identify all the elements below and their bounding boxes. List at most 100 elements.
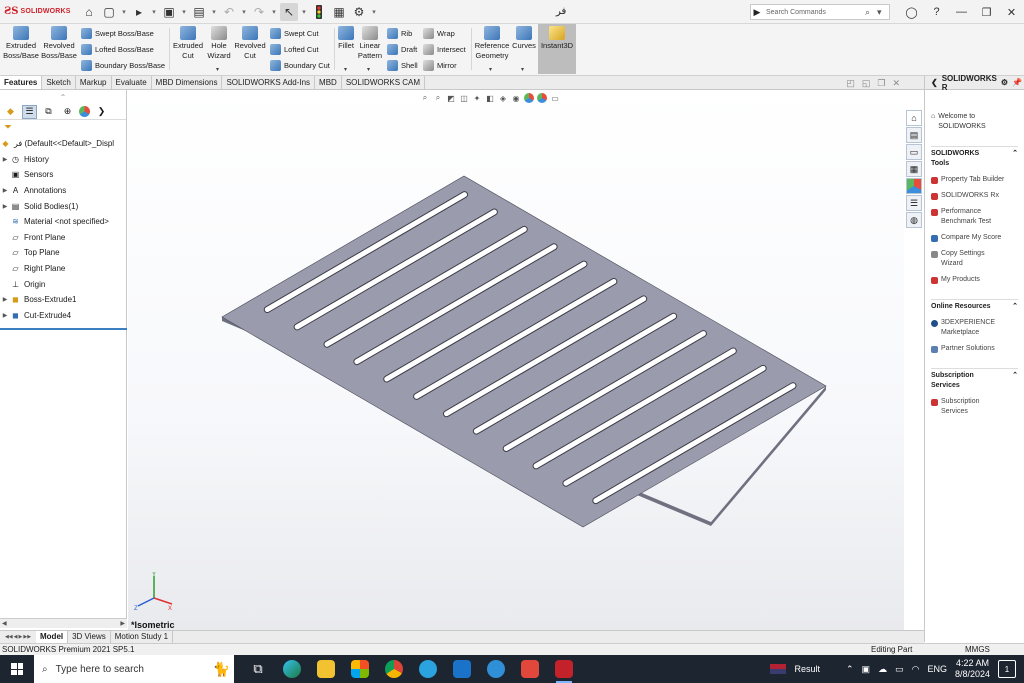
recorder-icon[interactable] (518, 657, 542, 681)
open-icon[interactable]: ▸ (130, 3, 148, 21)
collapse-icon[interactable]: ❮ (931, 78, 938, 87)
tree-item-front-plane[interactable]: ▱ Front Plane (0, 230, 126, 246)
reference-geometry-button[interactable]: Reference Geometry (473, 26, 511, 61)
swept-cut-button[interactable]: Swept Cut (270, 28, 319, 39)
taskbar-search[interactable]: ⌕ Type here to search 🐈 (34, 655, 234, 683)
notifications-icon[interactable]: 1 (998, 660, 1016, 678)
chevron-down-icon[interactable]: ▾ (120, 8, 128, 16)
weather-flag-icon[interactable] (770, 664, 787, 674)
instant3d-button[interactable]: Instant3D (538, 24, 576, 74)
graphics-area[interactable]: ⌕ ⌕ ◩ ◫ ✦ ◧ ◈ ◉ ▭ ◰ ◱ ❐ ✕ Y X Z *Isometr… (128, 78, 904, 631)
solidworks-taskbar-icon[interactable] (552, 657, 576, 683)
chevron-down-icon[interactable]: ▾ (180, 8, 188, 16)
collapse-section-icon[interactable]: ⌃ (1012, 149, 1018, 169)
tree-item-sensors[interactable]: ▣ Sensors (0, 167, 126, 183)
intersect-button[interactable]: Intersect (423, 44, 466, 55)
chevron-down-icon[interactable]: ▾ (489, 66, 492, 73)
onedrive-icon[interactable]: ☁ (878, 664, 887, 675)
chevron-down-icon[interactable]: ▾ (300, 8, 308, 16)
design-library-icon[interactable]: ▤ (906, 127, 922, 143)
file-explorer-icon[interactable]: ▭ (906, 144, 922, 160)
solidworks-logo[interactable]: ƧS SOLIDWORKS (0, 6, 80, 17)
fillet-button[interactable]: Fillet (336, 26, 356, 51)
tab-features[interactable]: Features (0, 76, 43, 89)
tab-solidworks-addins[interactable]: SOLIDWORKS Add-Ins (222, 76, 316, 89)
featuremanager-icon[interactable]: ◆ (3, 105, 18, 119)
compare-my-score-link[interactable]: Compare My Score (931, 233, 1018, 243)
filter-icon[interactable]: ⏷ (0, 120, 126, 136)
tab-solidworks-cam[interactable]: SOLIDWORKS CAM (342, 76, 426, 89)
minimize-icon[interactable]: — (949, 0, 974, 24)
task-view-icon[interactable]: ⧉ (246, 657, 270, 681)
chevron-down-icon[interactable]: ▾ (210, 8, 218, 16)
custom-properties-icon[interactable]: ☰ (906, 195, 922, 211)
solidworks-forum-icon[interactable]: ◍ (906, 212, 922, 228)
restore-icon[interactable]: ❐ (974, 0, 999, 24)
pin-icon[interactable]: 📌 (1012, 78, 1022, 87)
lofted-boss-button[interactable]: Lofted Boss/Base (81, 44, 154, 55)
close-icon[interactable]: ✕ (892, 78, 900, 89)
partner-solutions-link[interactable]: Partner Solutions (931, 344, 1018, 354)
restore-icon[interactable]: ❐ (877, 78, 885, 89)
tree-item-boss-extrude1[interactable]: ▶ ◼ Boss-Extrude1 (0, 292, 126, 308)
appearances-icon[interactable] (906, 178, 922, 194)
chevron-down-icon[interactable]: ▾ (240, 8, 248, 16)
expand-arrow-icon[interactable]: ▶ (751, 7, 763, 18)
displaymanager-icon[interactable] (79, 106, 90, 117)
tree-item-part[interactable]: ◆ فر (Default<<Default>_Displ (0, 136, 126, 152)
scroll-left-icon[interactable]: ◀ (2, 619, 7, 628)
tab-mbd[interactable]: MBD (315, 76, 342, 89)
clock[interactable]: 4:22 AM 8/8/2024 (955, 658, 990, 680)
chevron-down-icon[interactable]: ▾ (216, 66, 219, 73)
chevron-down-icon[interactable]: ▾ (370, 8, 378, 16)
chevron-up-icon[interactable]: ⌃ (846, 664, 854, 675)
settings-icon[interactable]: ⚙ (1001, 78, 1008, 87)
3dexperience-marketplace-link[interactable]: 3DEXPERIENCE Marketplace (931, 318, 1018, 338)
hole-wizard-button[interactable]: Hole Wizard (204, 26, 234, 61)
edge-icon[interactable] (280, 657, 304, 681)
revolved-boss-button[interactable]: Revolved Boss/Base (41, 26, 77, 61)
tree-item-annotations[interactable]: ▶ A Annotations (0, 183, 126, 199)
welcome-link[interactable]: ⌂ Welcome to SOLIDWORKS (925, 90, 1024, 132)
start-button[interactable] (0, 655, 34, 683)
rollback-bar[interactable] (0, 328, 127, 330)
lofted-cut-button[interactable]: Lofted Cut (270, 44, 319, 55)
weather-label[interactable]: Result (794, 664, 820, 674)
tree-item-right-plane[interactable]: ▱ Right Plane (0, 261, 126, 277)
tree-item-cut-extrude4[interactable]: ▶ ◼ Cut-Extrude4 (0, 308, 126, 324)
chevron-down-icon[interactable]: ▾ (367, 66, 370, 73)
expand-arrow-icon[interactable]: ▶ (0, 187, 10, 194)
mail-icon[interactable] (450, 657, 474, 681)
language-indicator[interactable]: ENG (927, 664, 947, 674)
collapse-section-icon[interactable]: ⌃ (1012, 302, 1018, 312)
telegram-icon[interactable] (416, 657, 440, 681)
view-palette-icon[interactable]: ▦ (906, 161, 922, 177)
boundary-cut-button[interactable]: Boundary Cut (270, 60, 330, 71)
tree-item-origin[interactable]: ⊥ Origin (0, 276, 126, 292)
chevron-down-icon[interactable]: ▾ (877, 7, 889, 18)
configurationmanager-icon[interactable]: ⧉ (41, 105, 56, 119)
save-icon[interactable]: ▣ (160, 3, 178, 21)
performance-benchmark-link[interactable]: Performance Benchmark Test (931, 207, 1018, 227)
search-commands[interactable]: ▶ Search Commands ⌕ ▾ (750, 4, 890, 20)
wrap-button[interactable]: Wrap (423, 28, 455, 39)
tile-icon[interactable]: ◱ (862, 78, 871, 89)
select-cursor-icon[interactable]: ↖ (280, 2, 298, 21)
tree-item-history[interactable]: ▶ ◷ History (0, 152, 126, 168)
close-icon[interactable]: ✕ (999, 0, 1024, 24)
new-document-icon[interactable]: ▢ (100, 3, 118, 21)
network-icon[interactable]: ▭ (895, 664, 904, 675)
tab-navigation[interactable]: ◀◀ ◀ ▶ ▶▶ (0, 631, 36, 643)
chevron-down-icon[interactable]: ▾ (521, 66, 524, 73)
expand-arrow-icon[interactable]: ▶ (0, 156, 10, 163)
tab-markup[interactable]: Markup (76, 76, 112, 89)
chevron-down-icon[interactable]: ▾ (344, 66, 347, 73)
shell-button[interactable]: Shell (387, 60, 418, 71)
extruded-boss-button[interactable]: Extruded Boss/Base (3, 26, 39, 61)
tab-mbd-dimensions[interactable]: MBD Dimensions (152, 76, 223, 89)
my-products-link[interactable]: My Products (931, 275, 1018, 285)
revolved-cut-button[interactable]: Revolved Cut (233, 26, 267, 61)
expand-arrow-icon[interactable]: ▶ (0, 203, 10, 210)
expand-arrow-icon[interactable]: ▶ (0, 296, 10, 303)
home-icon[interactable]: ⌂ (80, 3, 98, 21)
